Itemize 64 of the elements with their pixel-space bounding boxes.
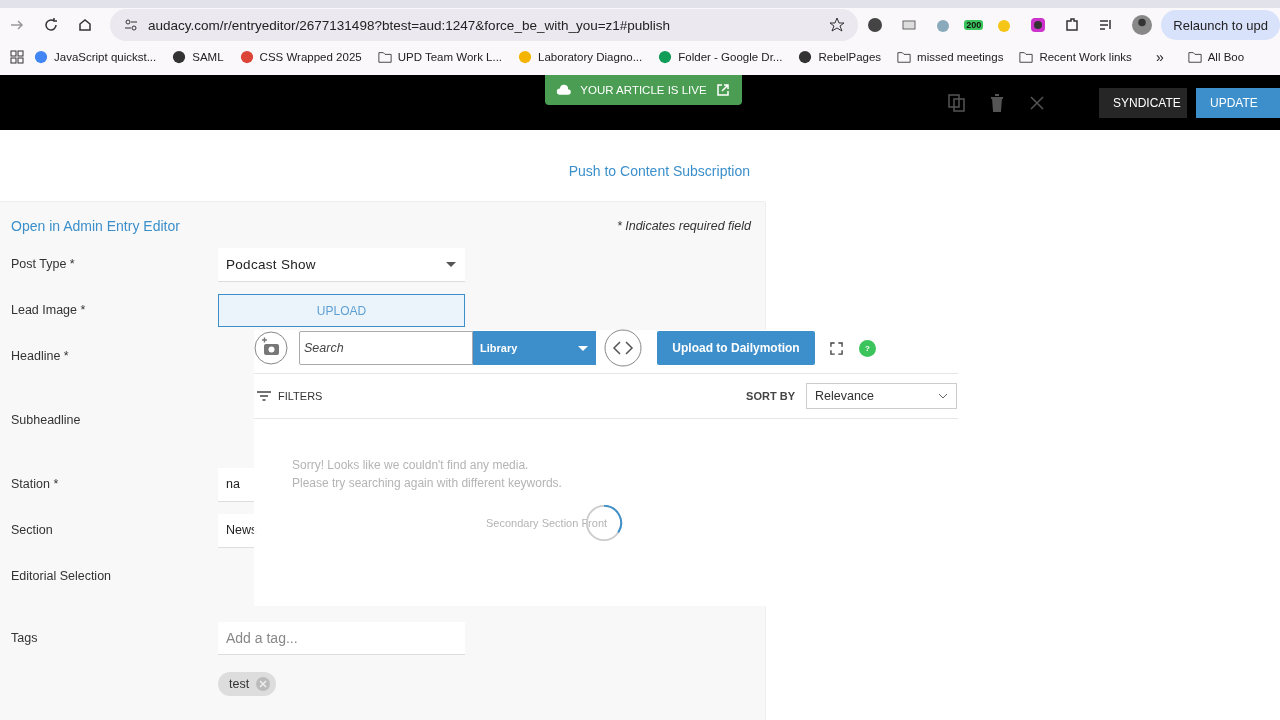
caret-icon (446, 262, 456, 267)
sort-select[interactable]: Relevance (806, 383, 957, 409)
chevron-icon (938, 393, 948, 399)
embed-code-icon[interactable] (604, 329, 642, 367)
field-label: Tags (10, 630, 39, 645)
relaunch-button[interactable]: Relaunch to upd (1161, 10, 1280, 40)
extensions-icon[interactable] (1064, 17, 1081, 33)
address-bar[interactable]: audacy.com/r/entryeditor/2677131498?btest=aud:1247&force_be_with_you=z1#publish (110, 9, 859, 41)
extension-icon[interactable] (1030, 17, 1047, 33)
bookmark[interactable]: UPD Team Work L... (377, 50, 503, 64)
caret-icon (578, 345, 588, 351)
field-label: Editorial Selection (10, 568, 113, 583)
field-label: Headline * (10, 348, 70, 363)
folder-icon (897, 50, 912, 64)
search-field[interactable]: Search (299, 331, 473, 365)
site-icon (172, 50, 187, 64)
push-link[interactable]: Push to Content Subscription (568, 162, 750, 179)
site-settings-icon[interactable] (123, 17, 139, 33)
folder-icon (1019, 50, 1034, 64)
field-label: Subheadline (10, 412, 82, 427)
tag-input[interactable]: Add a tag... (218, 622, 465, 655)
upload-dailymotion-button[interactable]: Upload to Dailymotion (657, 331, 815, 365)
add-photo-icon[interactable] (254, 331, 288, 365)
site-icon (239, 50, 254, 64)
header-button[interactable]: UPDATE (1196, 87, 1280, 118)
bookmark[interactable]: RebelPages (798, 50, 882, 64)
site-icon (798, 50, 813, 64)
folder-icon (377, 50, 392, 64)
empty-message: Sorry! Looks like we couldn't find any media. (292, 457, 530, 474)
avatar-icon[interactable] (1132, 15, 1153, 35)
bookmark[interactable]: Recent Work links (1019, 50, 1132, 64)
bookmark[interactable]: CSS Wrapped 2025 (239, 50, 362, 64)
extension-badge[interactable]: 200 (964, 20, 984, 30)
extension-icon[interactable] (867, 17, 884, 33)
more-bookmarks-button[interactable]: » (1155, 49, 1164, 65)
filter-icon[interactable] (257, 391, 271, 401)
post-type-select[interactable]: Podcast Show (218, 248, 465, 282)
header-button[interactable]: SYNDICATE (1099, 87, 1187, 118)
field-label: Post Type * (10, 256, 76, 271)
bookmark[interactable]: JavaScript quickst... (34, 50, 157, 64)
fullscreen-icon[interactable] (830, 341, 843, 355)
required-note: * Indicates required field (616, 219, 751, 233)
bookmark[interactable]: missed meetings (897, 50, 1004, 64)
tag-chip[interactable]: test (218, 672, 277, 696)
bookmark[interactable]: SAML (172, 50, 224, 64)
site-icon (518, 50, 533, 64)
apps-icon[interactable] (9, 49, 25, 65)
star-icon[interactable] (829, 17, 846, 33)
reload-icon[interactable] (43, 17, 59, 33)
bookmark[interactable]: Folder - Google Dr... (658, 50, 783, 64)
sort-label: SORT BY (746, 390, 795, 402)
folder-icon (1187, 50, 1202, 64)
field-label: Station * (10, 476, 60, 491)
site-icon (658, 50, 673, 64)
all-bookmarks[interactable]: All Boo (1187, 50, 1245, 64)
home-icon[interactable] (77, 17, 93, 33)
copy-icon[interactable] (947, 92, 967, 113)
site-icon (34, 50, 48, 64)
library-dropdown[interactable]: Library (473, 331, 596, 365)
filters-button[interactable]: FILTERS (278, 390, 323, 402)
field-label: Section (10, 522, 54, 537)
empty-message: Please try searching again with different keywords. (292, 475, 563, 492)
bookmark[interactable]: Laboratory Diagno... (518, 50, 643, 64)
field-label: Lead Image * (10, 302, 87, 317)
